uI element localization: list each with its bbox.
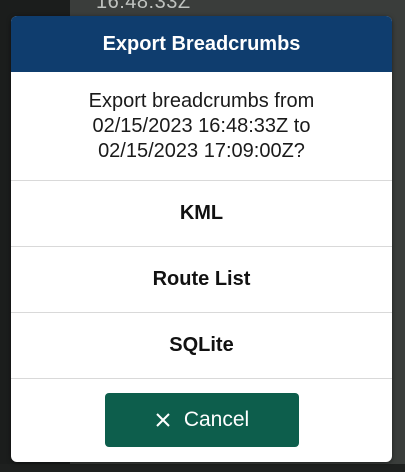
option-sqlite[interactable]: SQLite — [11, 313, 392, 379]
dialog-message: Export breadcrumbs from 02/15/2023 16:48… — [11, 72, 392, 181]
cancel-label: Cancel — [183, 408, 250, 431]
export-breadcrumbs-dialog: Export Breadcrumbs Export breadcrumbs fr… — [11, 16, 392, 462]
option-kml[interactable]: KML — [11, 181, 392, 247]
close-icon — [154, 411, 172, 429]
option-route-list[interactable]: Route List — [11, 247, 392, 313]
dialog-title: Export Breadcrumbs — [11, 16, 392, 72]
cancel-button[interactable]: Cancel — [104, 393, 299, 447]
background-time-text: 16:48:33Z — [96, 0, 191, 13]
dialog-footer: Cancel — [11, 379, 392, 462]
background-bottom-bar — [0, 464, 405, 472]
